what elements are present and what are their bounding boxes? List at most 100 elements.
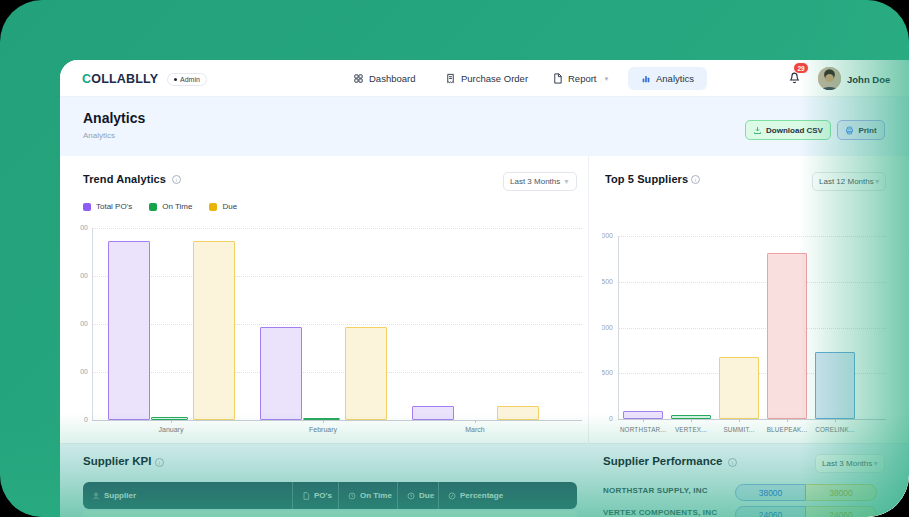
y-tick-label: 1,500 [602,278,613,285]
doc-icon [302,492,310,500]
bar-NORTHSTAR... [623,411,663,419]
legend-swatch [149,203,157,211]
gridline [92,324,582,325]
kpi-col-on-time: On Time [338,482,397,509]
top-suppliers-panel: Top 5 Suppliers Last 12 Months▼ 2,0001,5… [593,156,909,444]
printer-icon [845,126,854,135]
x-category-label: February [283,426,363,433]
clock-icon [407,492,415,500]
chevron-down-icon: ▼ [604,76,610,82]
admin-label: Admin [180,76,200,83]
bar-Due-February [345,327,387,420]
x-tick [171,420,172,423]
bar-On Time-February [303,418,340,420]
performance-row-label: NORTHSTAR SUPPLY, INC [603,486,708,495]
kpi-table-header: Supplier PO's On Time Due Percentage [83,482,577,509]
panel-divider [588,156,589,444]
avatar-photo [818,67,841,90]
clock-icon [348,492,356,500]
performance-value-right: 24060 [806,506,877,517]
performance-row-bar: 24060 24060 [735,506,877,517]
bar-Total PO's-March [412,406,454,420]
user-name[interactable]: John Doe [847,74,890,85]
bar-Total PO's-February [260,327,302,420]
x-axis [92,420,582,421]
y-tick-label: 6,000 [80,272,88,279]
y-tick-label: 1,000 [602,324,613,331]
suppliers-range-dropdown[interactable]: Last 12 Months▼ [812,172,886,191]
x-tick [835,419,836,422]
info-icon[interactable] [728,458,737,467]
suppliers-title: Top 5 Suppliers [605,173,688,185]
gridline [92,276,582,277]
download-csv-button[interactable]: Download CSV [745,120,831,140]
trend-legend: Total PO's On Time Due [83,202,237,211]
analytics-icon [641,74,651,84]
gridline [92,228,582,229]
kpi-first-row [83,511,577,517]
trend-range-dropdown[interactable]: Last 3 Months▼ [503,172,577,191]
gridline [92,372,582,373]
admin-dot-icon [174,78,177,81]
y-tick-label: 8,000 [80,224,88,231]
x-tick [475,420,476,423]
x-tick [691,419,692,422]
y-axis [618,236,619,419]
x-tick [787,419,788,422]
avatar[interactable] [818,67,841,90]
kpi-col-percentage: Percentage [438,482,577,509]
bar-Total PO's-January [108,241,150,420]
screen-background: COLLABLLY Admin Dashboard Purchase Order… [0,0,909,517]
kpi-col-due: Due [397,482,438,509]
performance-title: Supplier Performance [603,455,723,467]
percent-icon [448,492,456,500]
receipt-icon [445,73,456,84]
gridline [618,236,886,237]
bar-On Time-January [151,417,188,420]
nav-purchase-order[interactable]: Purchase Order [445,60,528,97]
legend-due: Due [209,202,237,211]
kpi-col-pos: PO's [292,482,338,509]
y-tick-label: 4,000 [80,320,88,327]
person-icon [92,492,100,500]
breadcrumb: Analytics [83,131,115,140]
nav-analytics[interactable]: Analytics [628,67,707,90]
dashboard-icon [353,73,364,84]
gridline [618,328,886,329]
app-card: COLLABLLY Admin Dashboard Purchase Order… [60,60,909,517]
legend-total-pos: Total PO's [83,202,132,211]
page-title: Analytics [83,110,145,126]
notification-badge: 29 [793,62,809,74]
trend-analytics-panel: Trend Analytics Last 3 Months▼ Total PO'… [70,156,588,444]
logo-mark: C [82,72,91,86]
y-tick-label: 0 [602,415,613,422]
bar-Due-January [193,241,235,420]
chevron-down-icon: ▼ [872,460,879,467]
y-axis [92,228,93,420]
bar-Due-March [497,406,539,420]
x-tick [739,419,740,422]
nav-report[interactable]: Report ▼ [552,60,609,97]
chevron-down-icon: ▼ [874,178,881,185]
download-icon [753,126,762,135]
performance-range-dropdown[interactable]: Last 3 Months▼ [815,454,885,473]
bar-CORELINK... [815,352,855,419]
x-axis [618,419,886,420]
bottom-section: Supplier KPI Supplier PO's On Time [60,444,909,517]
report-icon [552,73,563,84]
trend-title: Trend Analytics [83,173,166,185]
info-icon[interactable] [155,458,164,467]
info-icon[interactable] [691,175,700,184]
performance-value-left: 38000 [735,484,806,501]
admin-badge: Admin [167,73,207,86]
legend-swatch [83,203,91,211]
print-button[interactable]: Print [837,120,885,140]
x-tick [643,419,644,422]
info-icon[interactable] [172,175,181,184]
logo[interactable]: COLLABLLY [82,72,158,86]
nav-dashboard[interactable]: Dashboard [353,60,415,97]
bar-BLUEPEAK... [767,253,807,419]
x-tick [323,420,324,423]
performance-value-left: 24060 [735,506,806,517]
y-tick-label: 500 [602,369,613,376]
